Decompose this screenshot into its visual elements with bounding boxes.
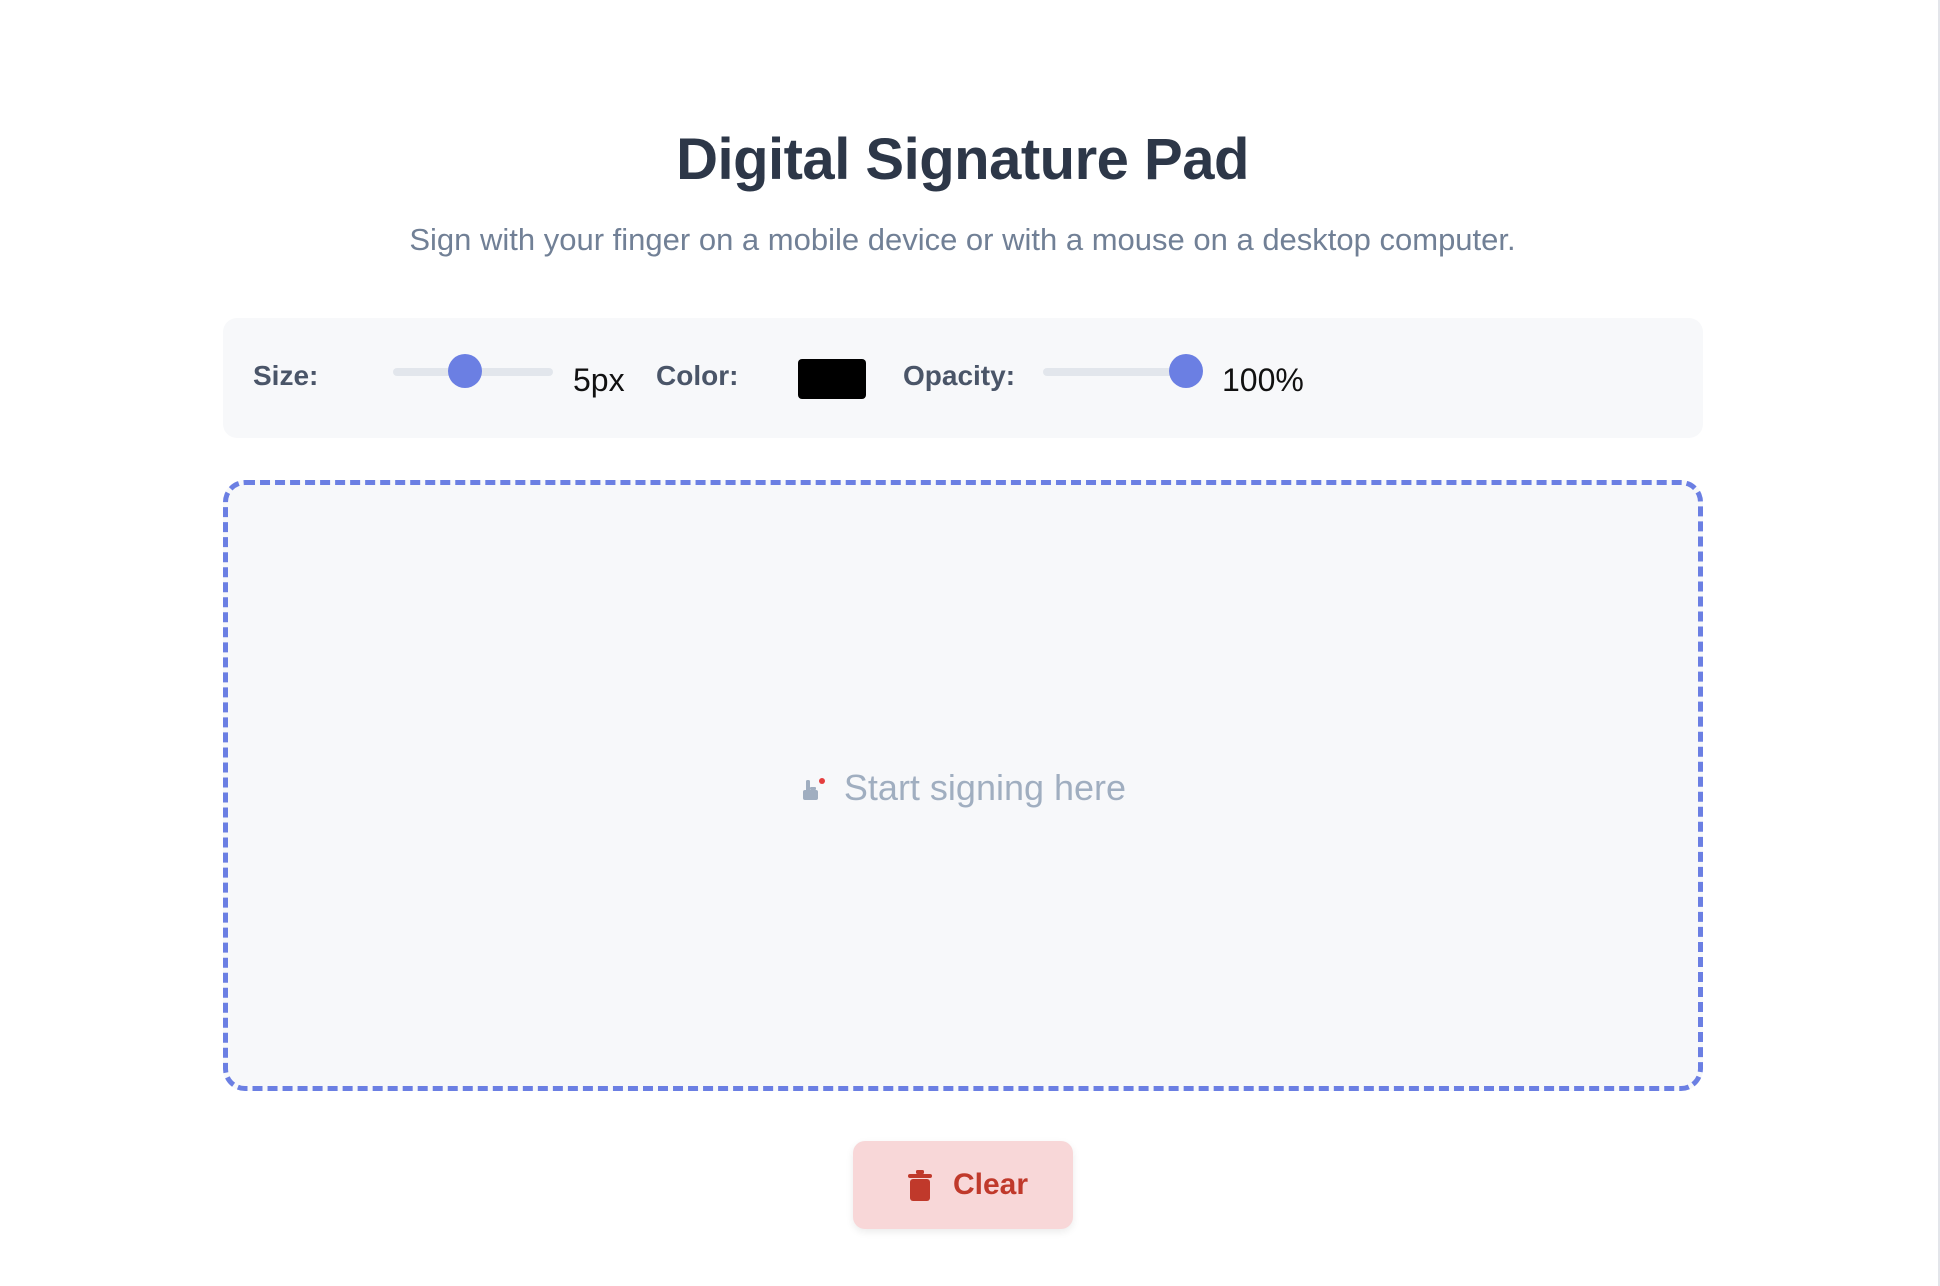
clear-button-label: Clear [953, 1168, 1029, 1201]
color-picker[interactable] [798, 359, 866, 399]
trash-icon [908, 1170, 932, 1202]
signature-hand-icon [800, 771, 828, 801]
placeholder-text: Start signing here [843, 767, 1127, 808]
size-label: Size: [253, 360, 319, 391]
size-value: 5px [573, 362, 625, 398]
opacity-value: 100% [1222, 362, 1304, 398]
page-subtitle: Sign with your finger on a mobile device… [409, 222, 1516, 257]
opacity-slider-thumb[interactable] [1169, 354, 1203, 388]
signature-placeholder: Start signing here [228, 767, 1698, 809]
color-label: Color: [656, 360, 739, 391]
page: Digital Signature Pad Sign with your fin… [0, 0, 1925, 1286]
signature-canvas[interactable]: Start signing here [223, 480, 1703, 1091]
toolbar: Size: 5px Color: Opacity: 100% [223, 318, 1703, 438]
opacity-slider[interactable] [1043, 354, 1203, 388]
clear-button[interactable]: Clear [853, 1141, 1073, 1229]
size-slider-thumb[interactable] [448, 354, 482, 388]
opacity-label: Opacity: [903, 360, 1016, 391]
size-slider[interactable] [393, 354, 553, 388]
page-title: Digital Signature Pad [676, 127, 1249, 192]
